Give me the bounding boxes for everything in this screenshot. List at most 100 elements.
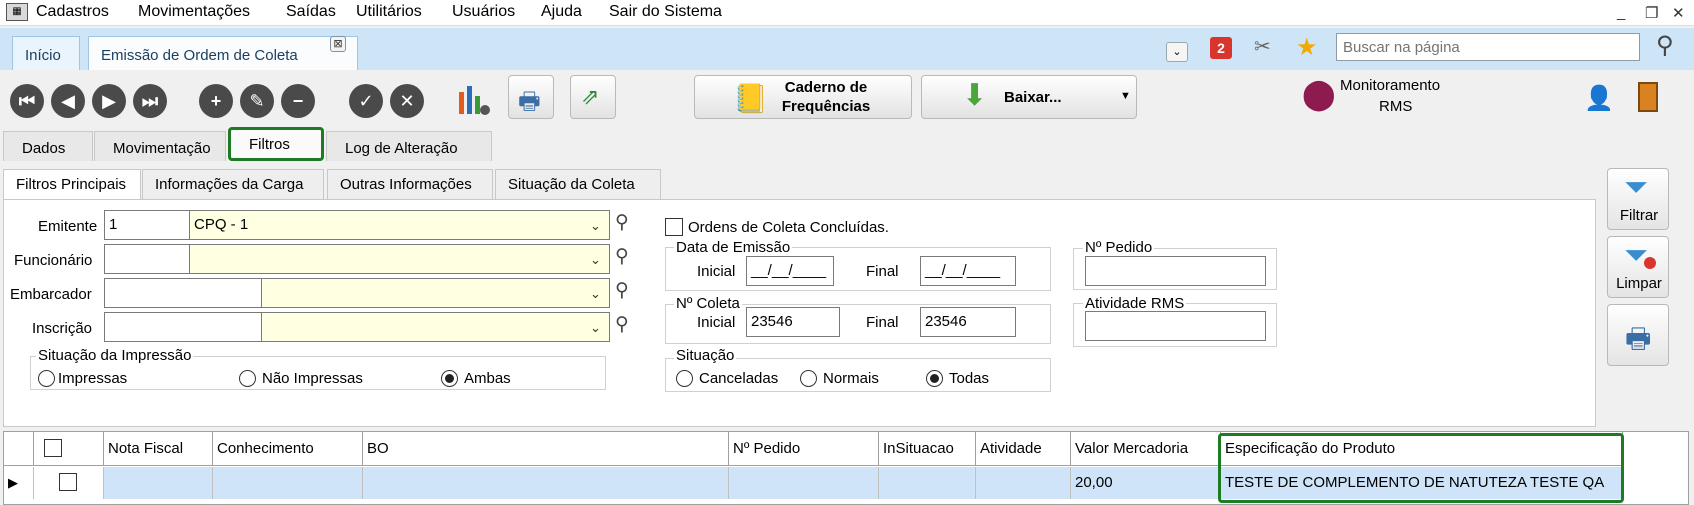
tab-log-alteracao[interactable]: Log de Alteração (326, 131, 492, 161)
select-all-checkbox[interactable] (44, 439, 62, 457)
tab-informacoes-carga[interactable]: Informações da Carga (142, 169, 324, 199)
tab-situacao-coleta[interactable]: Situação da Coleta (495, 169, 661, 199)
cancel-icon[interactable]: ✕ (390, 84, 424, 118)
caderno-frequencias-button[interactable]: 📒 Caderno de Frequências (694, 75, 912, 119)
cell-conhecimento[interactable] (213, 467, 363, 499)
search-icon[interactable]: ⚲ (615, 245, 629, 268)
col-conhecimento[interactable]: Conhecimento (213, 432, 363, 466)
col-nota-fiscal[interactable]: Nota Fiscal (104, 432, 213, 466)
next-record-icon[interactable]: ▶ (92, 84, 126, 118)
menu-saidas[interactable]: Saídas (286, 3, 336, 21)
impressas-label[interactable]: Impressas (58, 370, 127, 387)
print-filter-button[interactable]: 🖶 (1607, 304, 1669, 366)
tab-filtros[interactable]: Filtros (228, 127, 324, 161)
minimize-icon[interactable]: _ (1617, 4, 1625, 21)
ambas-label[interactable]: Ambas (464, 370, 511, 387)
tab-inicio[interactable]: Início (12, 36, 80, 70)
filtrar-button[interactable]: ⏷ Filtrar (1607, 168, 1669, 230)
normais-label[interactable]: Normais (823, 370, 879, 387)
coleta-final-input[interactable]: 23546 (920, 307, 1016, 337)
restore-icon[interactable]: ❐ (1645, 4, 1658, 22)
tab-movimentacao[interactable]: Movimentação (94, 131, 226, 161)
tab-emissao-ordem-coleta[interactable]: Emissão de Ordem de Coleta (88, 36, 358, 70)
chevron-down-icon[interactable]: ⌄ (590, 286, 601, 302)
embarcador-name-combo[interactable] (261, 278, 610, 308)
notification-badge[interactable]: 2 (1210, 37, 1232, 59)
cell-num-pedido[interactable] (729, 467, 879, 499)
canceladas-label[interactable]: Canceladas (699, 370, 778, 387)
funcionario-name-combo[interactable] (189, 244, 610, 274)
col-bo[interactable]: BO (363, 432, 729, 466)
tab-close-icon[interactable]: ⊠ (330, 36, 346, 52)
add-icon[interactable]: + (199, 84, 233, 118)
inscricao-name-combo[interactable] (261, 312, 610, 342)
search-input[interactable] (1336, 33, 1640, 61)
user-settings-icon[interactable]: 👤 (1584, 84, 1614, 113)
chevron-down-icon[interactable]: ⌄ (590, 252, 601, 268)
inscricao-code-field[interactable] (104, 312, 262, 342)
previous-record-icon[interactable]: ◀ (51, 84, 85, 118)
coleta-inicial-input[interactable]: 23546 (746, 307, 840, 337)
menu-usuarios[interactable]: Usuários (452, 3, 515, 21)
chevron-down-icon[interactable]: ⌄ (590, 320, 601, 336)
emitente-code-field[interactable]: 1 (104, 210, 190, 240)
menu-utilitarios[interactable]: Utilitários (356, 3, 422, 21)
col-num-pedido[interactable]: Nº Pedido (729, 432, 879, 466)
embarcador-code-field[interactable] (104, 278, 262, 308)
todas-label[interactable]: Todas (949, 370, 989, 387)
first-record-icon[interactable]: ⏮ (10, 84, 44, 118)
menu-sair[interactable]: Sair do Sistema (609, 3, 722, 21)
emitente-name-combo[interactable]: CPQ - 1 (189, 210, 610, 240)
confirm-icon[interactable]: ✓ (349, 84, 383, 118)
delete-icon[interactable]: − (281, 84, 315, 118)
edit-icon[interactable]: ✎ (240, 84, 274, 118)
search-icon[interactable]: ⚲ (615, 211, 629, 234)
menu-movimentacoes[interactable]: Movimentações (138, 3, 250, 21)
cell-nota-fiscal[interactable] (104, 467, 213, 499)
nao-impressas-label[interactable]: Não Impressas (262, 370, 363, 387)
row-checkbox[interactable] (59, 473, 77, 491)
radio-todas[interactable] (926, 370, 943, 387)
star-icon[interactable]: ★ (1296, 33, 1318, 62)
cell-valor-mercadoria[interactable]: 20,00 (1071, 467, 1221, 499)
num-pedido-input[interactable] (1085, 256, 1266, 286)
ordens-concluidas-checkbox[interactable] (665, 218, 683, 236)
unpin-icon[interactable]: ✂ (1254, 34, 1271, 59)
funcionario-code-field[interactable] (104, 244, 190, 274)
radio-impressas[interactable] (38, 370, 55, 387)
col-valor-mercadoria[interactable]: Valor Mercadoria (1071, 432, 1221, 466)
search-icon[interactable]: ⚲ (1656, 31, 1674, 60)
chart-settings-icon[interactable] (456, 82, 492, 118)
radio-ambas[interactable] (441, 370, 458, 387)
menu-cadastros[interactable]: Cadastros (36, 3, 109, 21)
tab-outras-informacoes[interactable]: Outras Informações (327, 169, 493, 199)
limpar-button[interactable]: ⏷ Limpar (1607, 236, 1669, 298)
monitoramento-label[interactable]: Monitoramento (1340, 77, 1440, 94)
cell-atividade[interactable] (976, 467, 1071, 499)
tab-dados[interactable]: Dados (3, 131, 93, 161)
export-button[interactable]: ⇗ (570, 75, 616, 119)
ordens-concluidas-label[interactable]: Ordens de Coleta Concluídas. (688, 219, 889, 236)
search-icon[interactable]: ⚲ (615, 279, 629, 302)
radio-canceladas[interactable] (676, 370, 693, 387)
tab-filtros-principais[interactable]: Filtros Principais (3, 169, 141, 200)
radio-nao-impressas[interactable] (239, 370, 256, 387)
row-select-cell[interactable] (34, 467, 104, 499)
data-final-input[interactable]: __/__/____ (920, 256, 1016, 286)
chevron-down-icon[interactable]: ⌄ (1166, 42, 1188, 62)
close-icon[interactable]: ✕ (1672, 4, 1685, 22)
data-inicial-input[interactable]: __/__/____ (746, 256, 834, 286)
col-insituacao[interactable]: InSituacao (879, 432, 976, 466)
search-icon[interactable]: ⚲ (615, 313, 629, 336)
last-record-icon[interactable]: ⏭ (133, 84, 167, 118)
col-atividade[interactable]: Atividade (976, 432, 1071, 466)
menu-ajuda[interactable]: Ajuda (541, 3, 582, 21)
cell-insituacao[interactable] (879, 467, 976, 499)
radio-normais[interactable] (800, 370, 817, 387)
print-button[interactable]: 🖶 (508, 75, 554, 119)
cell-bo[interactable] (363, 467, 729, 499)
monitoramento-rms-label[interactable]: RMS (1379, 98, 1412, 115)
exit-door-icon[interactable] (1638, 82, 1658, 112)
location-pin-icon[interactable]: ⬤ (1302, 77, 1336, 112)
atividade-rms-input[interactable] (1085, 311, 1266, 341)
